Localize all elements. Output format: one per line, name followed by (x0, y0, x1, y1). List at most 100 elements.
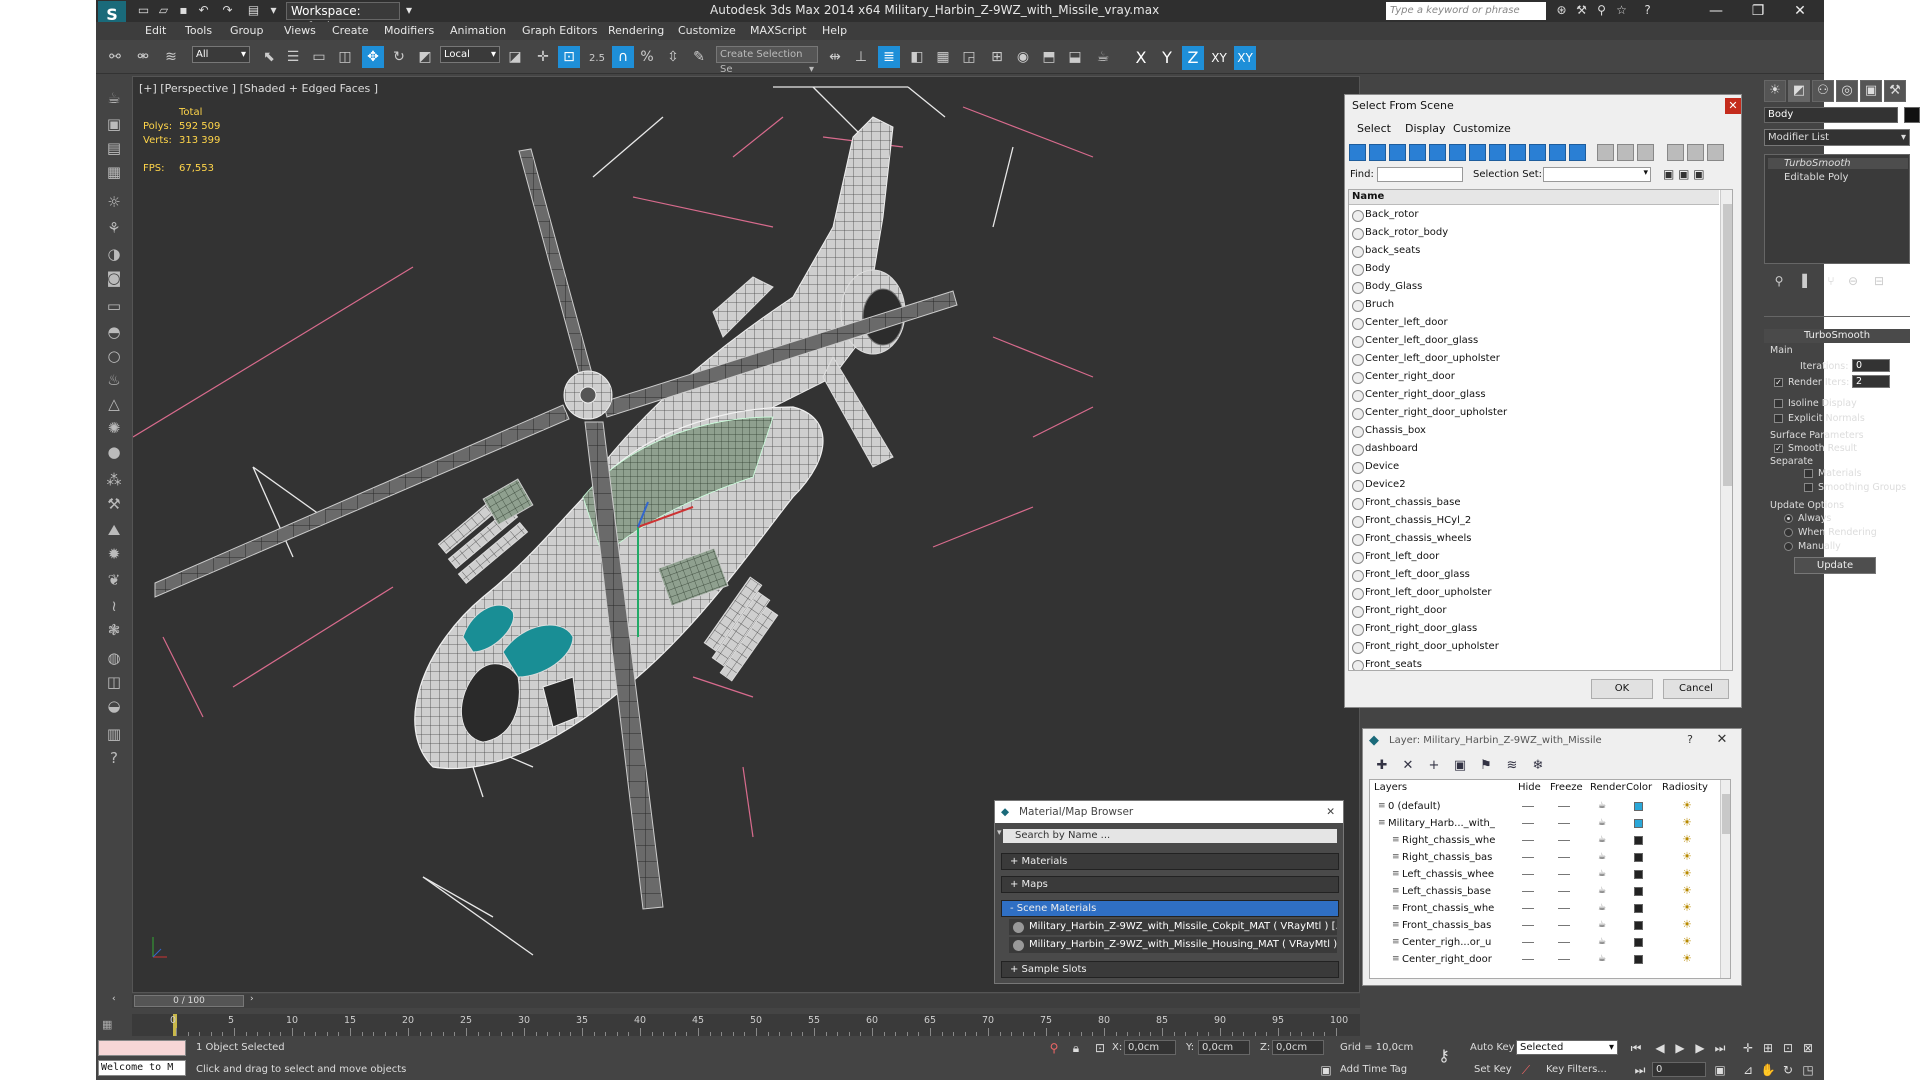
update-always-radio[interactable] (1784, 514, 1793, 523)
binoculars-icon[interactable]: ⊛ (1554, 3, 1569, 18)
axis-xy-cycle-button[interactable]: XY (1234, 46, 1256, 70)
freeze-toggle[interactable] (1558, 840, 1570, 841)
show-end-result-icon[interactable]: ▌ (1798, 272, 1816, 290)
add-time-tag-button[interactable]: Add Time Tag (1340, 1064, 1407, 1075)
measure-icon[interactable]: ▥ (104, 724, 124, 744)
teapot-primitive-icon[interactable]: ♨ (104, 370, 124, 390)
browser-options-icon[interactable]: ▾ (997, 828, 1002, 838)
find-input[interactable] (1377, 167, 1463, 182)
helper-icon[interactable]: ⚘ (104, 218, 124, 238)
camera-icon[interactable]: ◙ (104, 268, 124, 288)
play-icon[interactable]: ▶ (1672, 1040, 1688, 1056)
edit-named-selection-icon[interactable]: ✎ (688, 46, 710, 68)
axis-y-button[interactable]: Y (1156, 46, 1178, 70)
layer-row[interactable]: 0 (default) ≡ ☕ ☀ (1370, 798, 1720, 815)
groups-filter-icon[interactable] (1469, 144, 1486, 161)
hide-all-icon[interactable]: ≋ (1503, 757, 1521, 775)
workspace-options-icon[interactable]: ▾ (406, 3, 412, 17)
select-and-scale-icon[interactable]: ◩ (414, 46, 436, 68)
menu-create[interactable]: Create (332, 24, 369, 37)
time-slider-prev-icon[interactable]: ‹ (112, 994, 116, 1004)
spreadsheet-icon[interactable]: ▦ (104, 162, 124, 182)
render-toggle-icon[interactable]: ☕ (1598, 954, 1608, 964)
isolate-selection-icon[interactable]: ⚲ (1046, 1040, 1062, 1056)
zoom-extents-all-icon[interactable]: ⊠ (1800, 1040, 1816, 1056)
mirror-icon[interactable]: ⇹ (824, 46, 846, 68)
object-color-swatch[interactable] (1904, 107, 1920, 123)
freeze-all-icon[interactable]: ❄ (1529, 757, 1547, 775)
x-coord-field[interactable]: 0,0cm (1124, 1040, 1176, 1055)
select-by-name-icon[interactable]: ☰ (282, 46, 304, 68)
layer-row[interactable]: Center_righ...or_u ≡ ☕ ☀ (1370, 934, 1720, 951)
freeze-toggle[interactable] (1558, 891, 1570, 892)
radiosity-toggle-icon[interactable]: ☀ (1682, 851, 1694, 863)
maxscript-output[interactable]: Welcome to M (98, 1060, 186, 1076)
menu-views[interactable]: Views (284, 24, 316, 37)
scene-object-row[interactable]: Center_left_door_glass (1349, 332, 1719, 350)
particles-icon[interactable]: ⁂ (104, 470, 124, 490)
update-manually-radio[interactable] (1784, 542, 1793, 551)
named-selection-set-dropdown[interactable]: Create Selection Se ▾ (716, 46, 818, 75)
layer-color-swatch[interactable] (1634, 802, 1643, 811)
freeze-column-header[interactable]: Freeze (1550, 782, 1583, 793)
dialog-close-button[interactable]: ✕ (1725, 98, 1741, 114)
filter-icon[interactable] (1667, 144, 1684, 161)
name-column-header[interactable]: Name (1349, 190, 1719, 205)
separate-materials-checkbox[interactable] (1804, 469, 1813, 478)
create-layer-icon[interactable]: ✚ (1373, 757, 1391, 775)
scene-object-row[interactable]: dashboard (1349, 440, 1719, 458)
selection-filter-dropdown[interactable]: All ▾ (192, 46, 250, 63)
menu-maxscript[interactable]: MAXScript (750, 24, 806, 37)
current-frame-field[interactable]: 0 (1652, 1062, 1706, 1077)
material-search-input[interactable]: Search by Name ... (1003, 829, 1337, 843)
radiosity-toggle-icon[interactable]: ☀ (1682, 902, 1694, 914)
menu-modifiers[interactable]: Modifiers (384, 24, 434, 37)
scene-object-row[interactable]: Body_Glass (1349, 278, 1719, 296)
render-toggle-icon[interactable]: ☕ (1598, 920, 1608, 930)
freeze-toggle[interactable] (1558, 857, 1570, 858)
scene-material-housing[interactable]: Military_Harbin_Z-9WZ_with_Missile_Housi… (1009, 937, 1337, 953)
earth-icon[interactable]: ◒ (104, 696, 124, 716)
scene-object-row[interactable]: Front_chassis_base (1349, 494, 1719, 512)
menu-help[interactable]: Help (822, 24, 847, 37)
menu-select[interactable]: Select (1357, 122, 1391, 135)
selection-set-tools-icon[interactable]: ▣ ▣ ▣ (1663, 167, 1705, 181)
isoline-display-checkbox[interactable] (1774, 399, 1783, 408)
layer-row[interactable]: Military_Harb..._with_ ≡ ☕ ☀ (1370, 815, 1720, 832)
window-crossing-icon[interactable]: ◫ (334, 46, 356, 68)
hide-toggle[interactable] (1522, 806, 1534, 807)
undo-icon[interactable]: ↶ (196, 3, 211, 18)
menu-customize[interactable]: Customize (678, 24, 736, 37)
open-file-icon[interactable]: ▱ (156, 3, 171, 18)
angle-snap-icon[interactable]: ∩ (612, 46, 634, 68)
scene-object-row[interactable]: Chassis_box (1349, 422, 1719, 440)
group-scene-materials[interactable]: - Scene Materials (1001, 900, 1339, 917)
rendered-frame-window-icon[interactable]: ⬓ (1064, 46, 1086, 68)
hide-toggle[interactable] (1522, 891, 1534, 892)
hide-column-header[interactable]: Hide (1518, 782, 1541, 793)
scene-object-row[interactable]: Body (1349, 260, 1719, 278)
scene-object-row[interactable]: Device2 (1349, 476, 1719, 494)
list-scrollbar[interactable] (1720, 190, 1732, 670)
bones-filter-icon[interactable] (1509, 144, 1526, 161)
iterations-spinner[interactable]: 0 (1852, 359, 1890, 372)
layer-row[interactable]: Left_chassis_base ≡ ☕ ☀ (1370, 883, 1720, 900)
previous-frame-icon[interactable]: ◀ (1652, 1040, 1668, 1056)
utilities-tab-icon[interactable]: ⚒ (1884, 80, 1906, 102)
remove-modifier-icon[interactable]: ⊖ (1844, 272, 1862, 290)
layer-color-swatch[interactable] (1634, 819, 1643, 828)
render-toggle-icon[interactable]: ☕ (1598, 801, 1608, 811)
zoom-all-icon[interactable]: ⊞ (1760, 1040, 1776, 1056)
layer-close-button[interactable]: ✕ (1713, 731, 1731, 749)
lights-filter-icon[interactable] (1389, 144, 1406, 161)
freeze-toggle[interactable] (1558, 925, 1570, 926)
layer-row[interactable]: Front_chassis_bas ≡ ☕ ☀ (1370, 917, 1720, 934)
render-iters-checkbox[interactable]: ✓ (1774, 378, 1783, 387)
render-toggle-icon[interactable]: ☕ (1598, 886, 1608, 896)
scene-object-row[interactable]: Center_left_door_upholster (1349, 350, 1719, 368)
hidden-filter-icon[interactable] (1569, 144, 1586, 161)
layer-scrollbar[interactable] (1720, 780, 1730, 978)
snaps-toggle-icon[interactable]: 2.5 (586, 46, 608, 68)
cameras-filter-icon[interactable] (1409, 144, 1426, 161)
table-icon[interactable]: ▤ (104, 138, 124, 158)
